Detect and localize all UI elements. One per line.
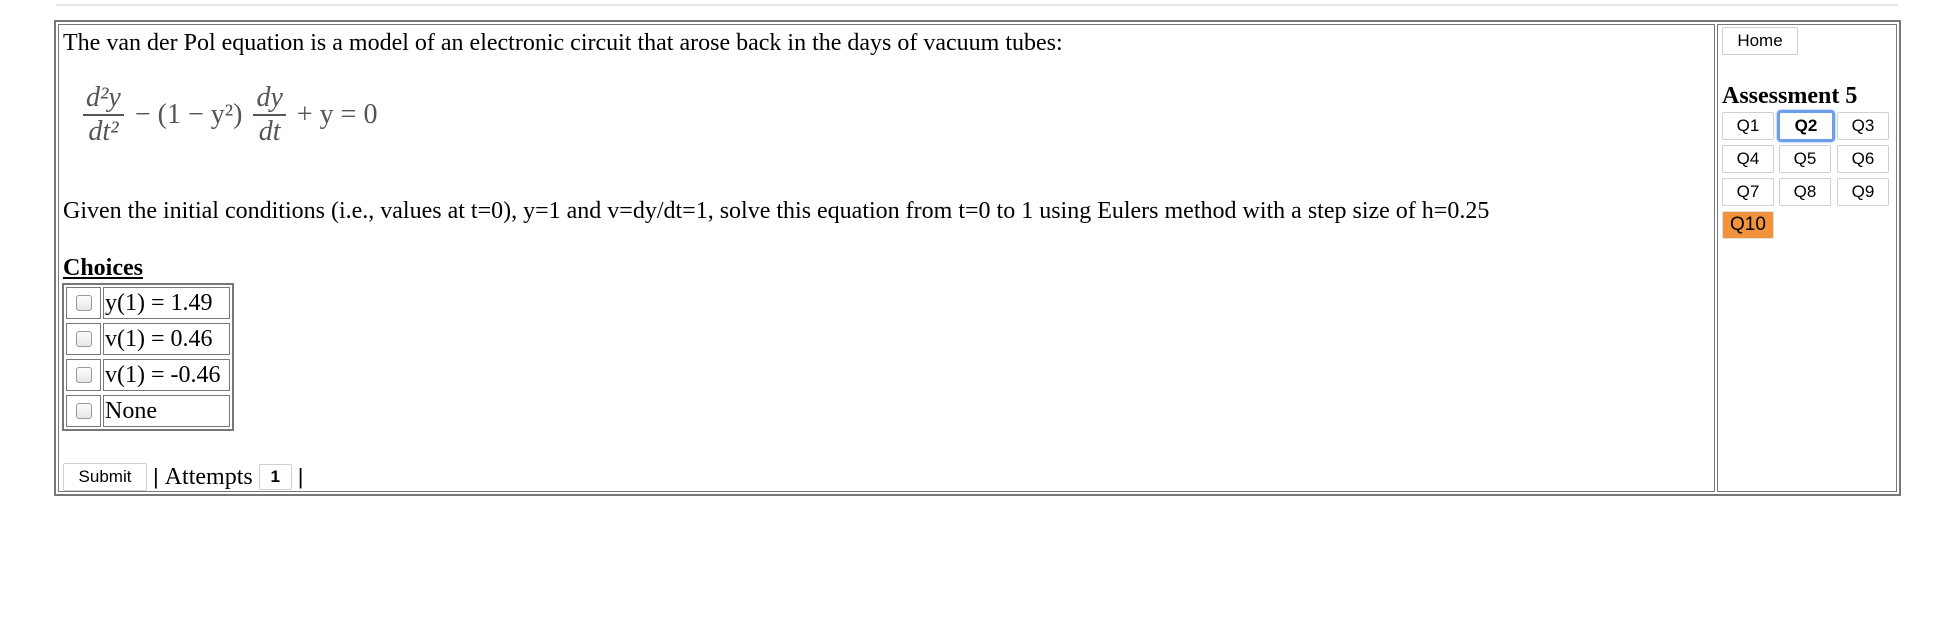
second-derivative-fraction: d²y dt² bbox=[83, 83, 124, 147]
assessment-title: Assessment 5 bbox=[1722, 83, 1858, 109]
question-nav-q2[interactable]: Q2 bbox=[1777, 110, 1835, 142]
choice-label: v(1) = 0.46 bbox=[103, 323, 230, 355]
first-derivative-fraction: dy dt bbox=[253, 83, 286, 147]
question-nav-q7[interactable]: Q7 bbox=[1722, 178, 1774, 206]
fraction-numerator: d²y bbox=[83, 83, 124, 116]
choice-label: y(1) = 1.49 bbox=[103, 287, 230, 319]
question-nav-q9[interactable]: Q9 bbox=[1837, 178, 1889, 206]
choice-checkbox[interactable] bbox=[75, 367, 92, 383]
choice-checkbox-cell bbox=[66, 395, 101, 427]
submit-button[interactable]: Submit bbox=[63, 463, 147, 491]
choice-checkbox[interactable] bbox=[75, 403, 92, 419]
van-der-pol-equation: d²y dt² − (1 − y²) dy dt + y = 0 bbox=[83, 83, 381, 157]
assessment-layout-table: The van der Pol equation is a model of a… bbox=[54, 20, 1901, 496]
top-rule bbox=[56, 4, 1898, 6]
choice-checkbox[interactable] bbox=[75, 331, 92, 347]
choices-table: y(1) = 1.49 v(1) = 0.46 v(1) = -0.46 Non… bbox=[62, 283, 234, 431]
question-text: Given the initial conditions (i.e., valu… bbox=[63, 198, 1490, 224]
choice-label: v(1) = -0.46 bbox=[103, 359, 230, 391]
question-panel: The van der Pol equation is a model of a… bbox=[58, 24, 1715, 492]
question-intro: The van der Pol equation is a model of a… bbox=[63, 30, 1063, 56]
choice-checkbox[interactable] bbox=[75, 295, 92, 311]
choice-row: v(1) = -0.46 bbox=[64, 357, 232, 393]
choice-checkbox-cell bbox=[66, 323, 101, 355]
question-nav-q6[interactable]: Q6 bbox=[1837, 145, 1889, 173]
home-button[interactable]: Home bbox=[1722, 27, 1798, 55]
choice-row: v(1) = 0.46 bbox=[64, 321, 232, 357]
question-nav-q3[interactable]: Q3 bbox=[1837, 112, 1889, 140]
fraction-numerator: dy bbox=[253, 83, 286, 116]
choices-heading: Choices bbox=[63, 255, 143, 281]
choice-label: None bbox=[103, 395, 230, 427]
separator: | bbox=[297, 464, 304, 489]
choice-row: None bbox=[64, 393, 232, 429]
question-nav-q4[interactable]: Q4 bbox=[1722, 145, 1774, 173]
fraction-denominator: dt bbox=[258, 116, 281, 147]
equation-tail: + y = 0 bbox=[296, 99, 378, 130]
question-nav-q10[interactable]: Q10 bbox=[1722, 211, 1774, 239]
question-nav-q8[interactable]: Q8 bbox=[1779, 178, 1831, 206]
choice-checkbox-cell bbox=[66, 287, 101, 319]
choice-row: y(1) = 1.49 bbox=[64, 285, 232, 321]
choice-checkbox-cell bbox=[66, 359, 101, 391]
attempts-label: Attempts bbox=[164, 463, 253, 490]
navigation-sidebar: Home Assessment 5 Q1 Q2 Q3 Q4 Q5 Q6 Q7 Q… bbox=[1717, 24, 1897, 492]
fraction-denominator: dt² bbox=[88, 116, 119, 147]
question-nav-q5[interactable]: Q5 bbox=[1779, 145, 1831, 173]
separator: | bbox=[153, 464, 159, 489]
equation-middle-term: − (1 − y²) bbox=[134, 99, 243, 130]
attempts-count: 1 bbox=[258, 464, 292, 490]
question-nav-q1[interactable]: Q1 bbox=[1722, 112, 1774, 140]
submit-row: Submit | Attempts 1 | bbox=[63, 463, 309, 491]
